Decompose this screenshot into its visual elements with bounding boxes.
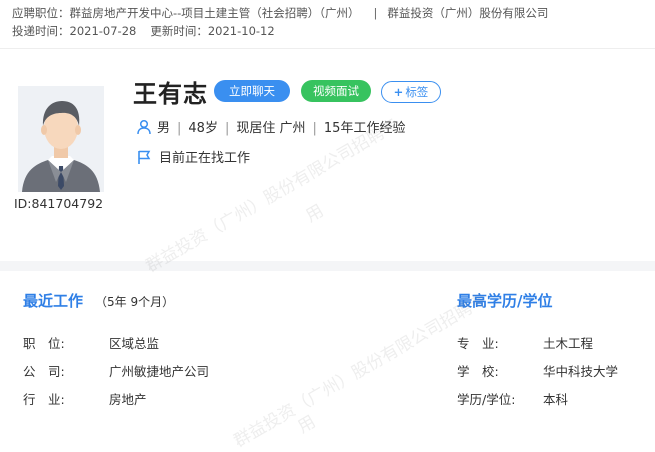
chat-now-button[interactable]: 立即聊天 <box>214 80 290 102</box>
info-divider: | <box>312 121 317 136</box>
plus-icon: + <box>393 85 404 99</box>
position-label: 应聘职位： <box>12 6 70 20</box>
edu-row-school: 学 校: 华中科技大学 <box>457 361 618 380</box>
edu-label: 学历/学位: <box>457 392 516 407</box>
company-value: 群益投资（广州）股份有限公司 <box>387 6 549 20</box>
watermark-tail: 用 <box>294 411 320 438</box>
add-tag-label: 标签 <box>405 85 429 99</box>
candidate-id: ID:841704792 <box>14 196 104 211</box>
video-interview-button[interactable]: 视频面试 <box>301 80 371 102</box>
edu-row-major: 专 业: 土木工程 <box>457 333 593 352</box>
flag-icon <box>138 150 151 164</box>
work-row-position: 职 位: 区域总监 <box>23 333 159 352</box>
candidate-profile: ID:841704792 王有志 立即聊天 视频面试 + 标签 男 | 48岁 | 现居住… <box>0 49 655 261</box>
residence: 广州 <box>279 121 306 136</box>
residence-label: 现居住 <box>236 121 276 136</box>
edu-value: 土木工程 <box>543 336 594 351</box>
work-label: 公 司: <box>23 364 65 379</box>
edu-label: 专 业: <box>457 336 499 351</box>
work-row-company: 公 司: 广州敏捷地产公司 <box>23 361 209 380</box>
header-separator: | <box>373 6 378 20</box>
position-value: 群益房地产开发中心--项目土建主管（社会招聘）（广州） <box>69 6 360 20</box>
work-label: 行 业: <box>23 392 65 407</box>
work-value: 区域总监 <box>109 336 160 351</box>
avatar <box>18 86 104 192</box>
section-divider <box>0 261 655 271</box>
recent-work-heading: 最近工作 （5年 9个月） <box>23 290 174 311</box>
application-dates-row: 投递时间：2021-07-28 更新时间：2021-10-12 <box>12 22 275 40</box>
add-tag-button[interactable]: + 标签 <box>381 81 441 103</box>
candidate-basic-info: 男 | 48岁 | 现居住 广州 | 15年工作经验 <box>136 119 405 138</box>
edu-value: 本科 <box>543 392 569 407</box>
avatar-image <box>18 86 104 192</box>
submit-date: 2021-07-28 <box>69 24 137 38</box>
work-duration: （5年 9个月） <box>95 295 175 309</box>
work-label: 职 位: <box>23 336 65 351</box>
submit-label: 投递时间： <box>12 24 70 38</box>
candidate-name: 王有志 <box>133 80 208 108</box>
edu-label: 学 校: <box>457 364 499 379</box>
gender: 男 <box>157 121 171 136</box>
application-header: 应聘职位：群益房地产开发中心--项目土建主管（社会招聘）（广州） | 群益投资（广州… <box>0 0 655 49</box>
job-search-status: 目前正在找工作 <box>136 149 250 168</box>
work-row-industry: 行 业: 房地产 <box>23 389 147 408</box>
watermark: 群益投资（广州）股份有限公司招聘专 <box>230 289 491 452</box>
application-position-row: 应聘职位：群益房地产开发中心--项目土建主管（社会招聘）（广州） | 群益投资（广州… <box>12 4 548 22</box>
age: 48岁 <box>188 121 218 136</box>
person-icon <box>137 119 151 135</box>
work-value: 广州敏捷地产公司 <box>109 364 210 379</box>
recent-work-title: 最近工作 <box>23 292 84 310</box>
info-divider: | <box>224 121 230 136</box>
edu-value: 华中科技大学 <box>543 364 619 379</box>
work-value: 房地产 <box>109 392 147 407</box>
work-experience: 15年工作经验 <box>323 121 406 136</box>
status-text: 目前正在找工作 <box>159 151 251 166</box>
update-label: 更新时间： <box>150 24 208 38</box>
edu-row-degree: 学历/学位: 本科 <box>457 389 568 408</box>
education-heading: 最高学历/学位 <box>457 292 553 310</box>
update-date: 2021-10-12 <box>207 24 275 38</box>
info-divider: | <box>177 121 182 136</box>
